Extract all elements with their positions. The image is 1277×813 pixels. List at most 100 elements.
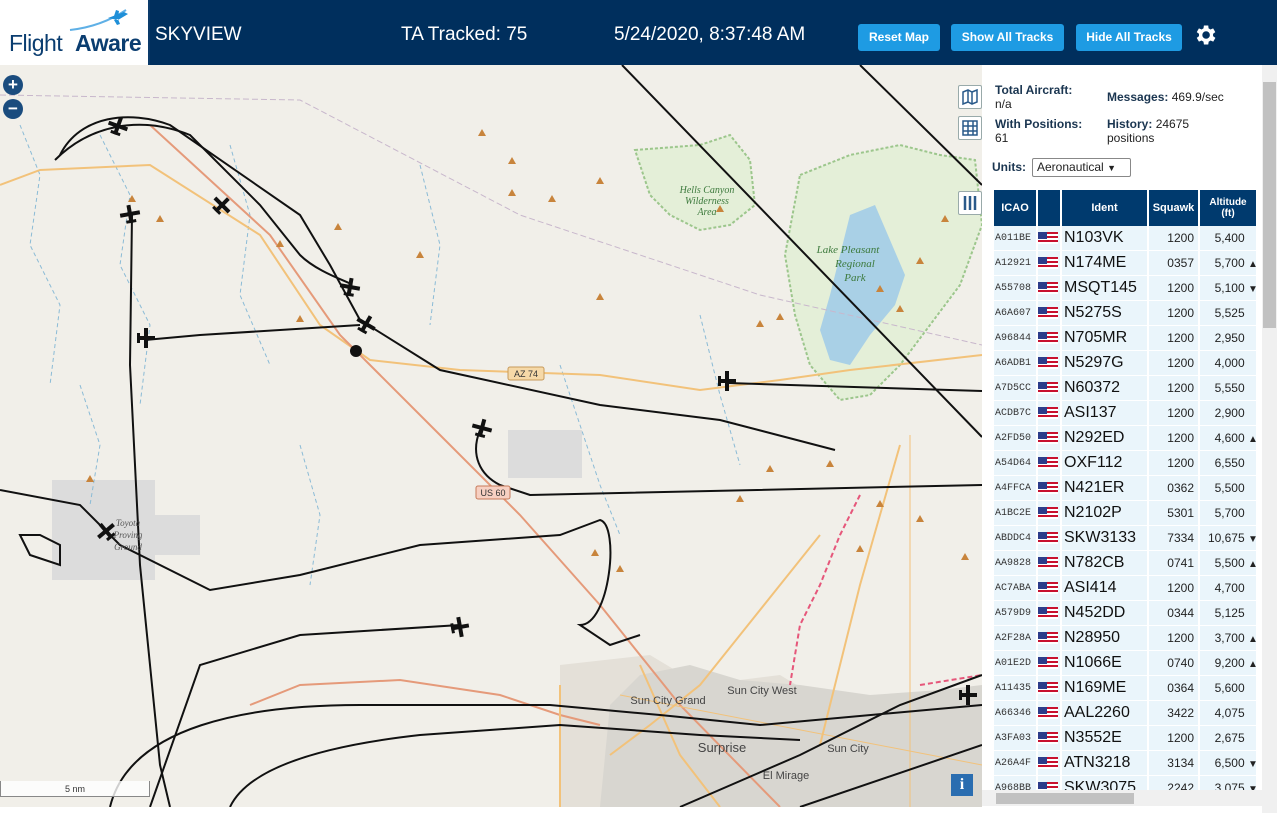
ident-cell[interactable]: ATN3218 bbox=[1062, 751, 1147, 776]
table-row[interactable]: A011BE N103VK 1200 5,400 bbox=[994, 226, 1256, 251]
icao-cell: A6ADB1 bbox=[994, 351, 1036, 376]
icao-cell: AC7ABA bbox=[994, 576, 1036, 601]
altitude-value: 4,600 bbox=[1214, 431, 1245, 445]
show-all-tracks-button[interactable]: Show All Tracks bbox=[951, 24, 1064, 51]
ident-cell[interactable]: N3552E bbox=[1062, 726, 1147, 751]
flag-cell bbox=[1038, 601, 1060, 626]
table-row[interactable]: AA9828 N782CB 0741 5,500 ▲ bbox=[994, 551, 1258, 576]
ident-cell[interactable]: N782CB bbox=[1062, 551, 1147, 576]
table-row[interactable]: A2F28A N28950 1200 3,700 ▲ bbox=[994, 626, 1258, 651]
columns-toggle-button[interactable] bbox=[958, 191, 982, 215]
map-canvas[interactable]: AZ 74 US 60 Hells Canyon Wilderness Area… bbox=[0, 65, 982, 807]
squawk-cell: 1200 bbox=[1149, 301, 1198, 326]
az74-label: AZ 74 bbox=[514, 369, 538, 379]
zoom-out-button[interactable]: − bbox=[3, 99, 23, 119]
squawk-cell: 1200 bbox=[1149, 376, 1198, 401]
table-row[interactable]: A2FD50 N292ED 1200 4,600 ▲ bbox=[994, 426, 1258, 451]
aircraft-marker-icon[interactable] bbox=[137, 328, 155, 348]
us-flag-icon bbox=[1038, 481, 1058, 494]
positions-label: With Positions: bbox=[995, 117, 1083, 131]
table-row[interactable]: A54D64 OXF112 1200 6,550 bbox=[994, 451, 1256, 476]
altitude-cell: 6,550 bbox=[1200, 451, 1256, 476]
ident-cell[interactable]: MSQT145 bbox=[1062, 276, 1147, 301]
table-row[interactable]: A01E2D N1066E 0740 9,200 ▲ bbox=[994, 651, 1258, 676]
reset-map-button[interactable]: Reset Map bbox=[858, 24, 940, 51]
ident-cell[interactable]: ASI137 bbox=[1062, 401, 1147, 426]
table-row[interactable]: A1BC2E N2102P 5301 5,700 bbox=[994, 501, 1256, 526]
ident-cell[interactable]: N421ER bbox=[1062, 476, 1147, 501]
ident-cell[interactable]: AAL2260 bbox=[1062, 701, 1147, 726]
icao-header[interactable]: ICAO bbox=[994, 190, 1036, 226]
hide-all-tracks-button[interactable]: Hide All Tracks bbox=[1076, 24, 1182, 51]
altitude-cell: 5,400 bbox=[1200, 226, 1256, 251]
ident-cell[interactable]: ASI414 bbox=[1062, 576, 1147, 601]
zoom-in-button[interactable]: + bbox=[3, 75, 23, 95]
ident-header[interactable]: Ident bbox=[1062, 190, 1147, 226]
aircraft-table-body: A011BE N103VK 1200 5,400 A12921 N174ME 0357 5,… bbox=[994, 226, 1258, 801]
table-row[interactable]: A96844 N705MR 1200 2,950 bbox=[994, 326, 1256, 351]
table-row[interactable]: A11435 N169ME 0364 5,600 bbox=[994, 676, 1256, 701]
us-flag-icon bbox=[1038, 306, 1058, 319]
ident-cell[interactable]: N1066E bbox=[1062, 651, 1147, 676]
table-row[interactable]: A4FFCA N421ER 0362 5,500 bbox=[994, 476, 1256, 501]
ident-cell[interactable]: OXF112 bbox=[1062, 451, 1147, 476]
table-row[interactable]: AC7ABA ASI414 1200 4,700 bbox=[994, 576, 1256, 601]
altitude-header[interactable]: Altitude (ft) bbox=[1200, 190, 1256, 226]
messages-value: 469.9/sec bbox=[1171, 90, 1224, 104]
ident-cell[interactable]: N452DD bbox=[1062, 601, 1147, 626]
ident-cell[interactable]: N705MR bbox=[1062, 326, 1147, 351]
table-row[interactable]: A12921 N174ME 0357 5,700 ▲ bbox=[994, 251, 1258, 276]
map-type-button[interactable] bbox=[958, 85, 982, 109]
units-select[interactable]: Aeronautical ▼ bbox=[1032, 158, 1131, 177]
us-flag-icon bbox=[1038, 331, 1058, 344]
squawk-header[interactable]: Squawk bbox=[1149, 190, 1198, 226]
ident-cell[interactable]: N60372 bbox=[1062, 376, 1147, 401]
altitude-cell: 5,600 bbox=[1200, 676, 1256, 701]
ident-cell[interactable]: N169ME bbox=[1062, 676, 1147, 701]
aircraft-marker-icon[interactable] bbox=[449, 616, 470, 639]
table-row[interactable]: A55708 MSQT145 1200 5,100 ▼ bbox=[994, 276, 1258, 301]
us-flag-icon bbox=[1038, 406, 1058, 419]
ident-cell[interactable]: N174ME bbox=[1062, 251, 1147, 276]
aircraft-marker-icon[interactable] bbox=[119, 203, 142, 224]
icao-cell: A2F28A bbox=[994, 626, 1036, 651]
history-value: 24675 bbox=[1155, 117, 1190, 131]
altitude-value: 5,125 bbox=[1214, 606, 1245, 620]
horizontal-scroll-thumb[interactable] bbox=[996, 793, 1134, 804]
us-flag-icon bbox=[1038, 606, 1058, 619]
positions-value: 61 bbox=[995, 131, 1009, 145]
table-row[interactable]: A579D9 N452DD 0344 5,125 bbox=[994, 601, 1256, 626]
flag-cell bbox=[1038, 651, 1060, 676]
flag-cell bbox=[1038, 526, 1060, 551]
ident-cell[interactable]: N292ED bbox=[1062, 426, 1147, 451]
altitude-cell: 5,550 bbox=[1200, 376, 1256, 401]
ident-cell[interactable]: N2102P bbox=[1062, 501, 1147, 526]
table-row[interactable]: A3FA03 N3552E 1200 2,675 bbox=[994, 726, 1256, 751]
altitude-value: 5,700 bbox=[1214, 256, 1245, 270]
flightaware-logo[interactable]: Flight Aware bbox=[0, 0, 150, 65]
altitude-value: 5,100 bbox=[1214, 281, 1245, 295]
aircraft-marker-icon[interactable] bbox=[470, 417, 494, 440]
table-row[interactable]: ACDB7C ASI137 1200 2,900 bbox=[994, 401, 1256, 426]
ident-cell[interactable]: N5297G bbox=[1062, 351, 1147, 376]
ident-cell[interactable]: N5275S bbox=[1062, 301, 1147, 326]
ident-cell[interactable]: SKW3133 bbox=[1062, 526, 1147, 551]
table-row[interactable]: A7D5CC N60372 1200 5,550 bbox=[994, 376, 1256, 401]
us-flag-icon bbox=[1038, 531, 1058, 544]
info-icon[interactable]: i bbox=[951, 774, 973, 796]
table-row[interactable]: A66346 AAL2260 3422 4,075 bbox=[994, 701, 1256, 726]
map-view[interactable]: AZ 74 US 60 Hells Canyon Wilderness Area… bbox=[0, 65, 982, 807]
vertical-scroll-thumb[interactable] bbox=[1263, 82, 1276, 328]
table-row[interactable]: A6ADB1 N5297G 1200 4,000 bbox=[994, 351, 1256, 376]
squawk-cell: 1200 bbox=[1149, 226, 1198, 251]
table-row[interactable]: A26A4F ATN3218 3134 6,500 ▼ bbox=[994, 751, 1258, 776]
table-row[interactable]: ABDDC4 SKW3133 7334 10,675 ▼ bbox=[994, 526, 1258, 551]
altitude-value: 9,200 bbox=[1214, 656, 1245, 670]
gear-icon[interactable] bbox=[1192, 22, 1218, 48]
grid-toggle-button[interactable] bbox=[958, 116, 982, 140]
ident-cell[interactable]: N103VK bbox=[1062, 226, 1147, 251]
altitude-cell: 2,950 bbox=[1200, 326, 1256, 351]
icao-cell: A12921 bbox=[994, 251, 1036, 276]
table-row[interactable]: A6A607 N5275S 1200 5,525 bbox=[994, 301, 1256, 326]
ident-cell[interactable]: N28950 bbox=[1062, 626, 1147, 651]
